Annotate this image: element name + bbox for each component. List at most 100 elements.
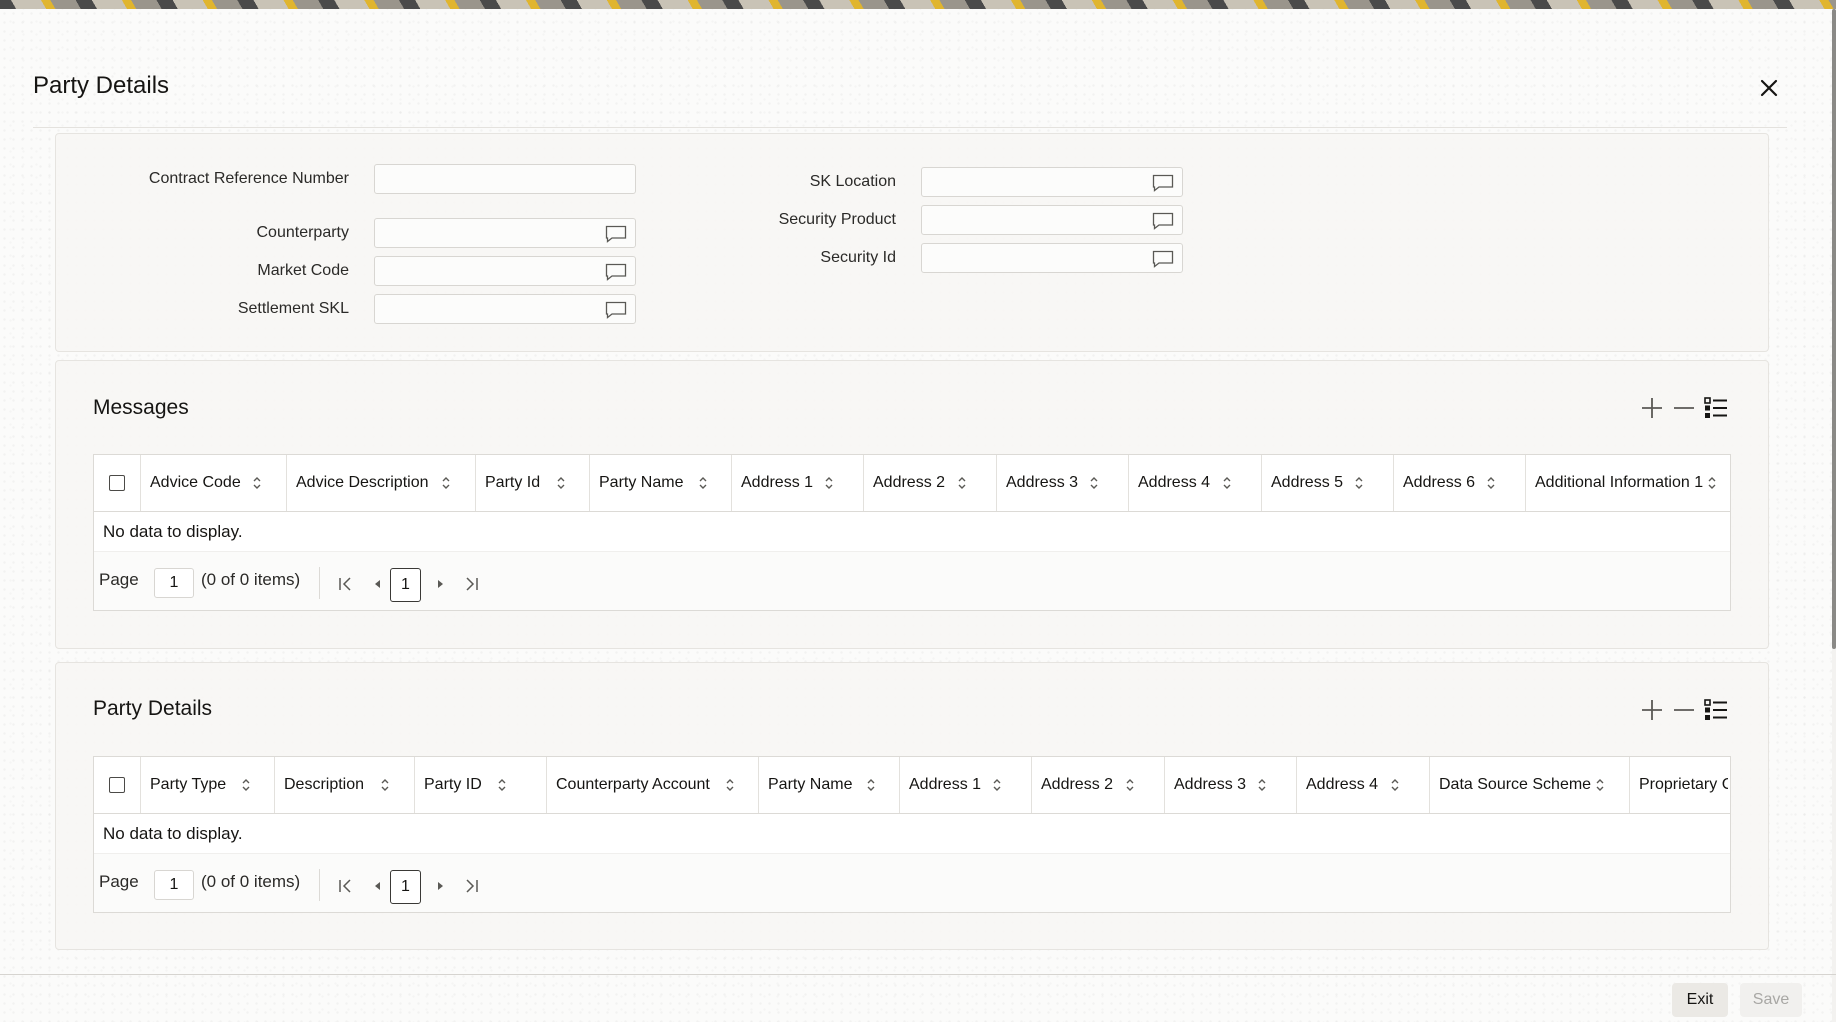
first-page-icon[interactable] (337, 576, 353, 592)
market-code-input[interactable] (374, 256, 636, 286)
next-page-icon[interactable] (433, 878, 449, 894)
page-number-input[interactable]: 1 (154, 568, 194, 598)
sk-location-label: SK Location (809, 173, 896, 190)
items-count: (0 of 0 items) (201, 872, 301, 891)
previous-page-icon[interactable] (369, 576, 385, 592)
speech-bubble-icon[interactable] (1152, 250, 1174, 268)
sort-arrows-icon[interactable] (1257, 777, 1267, 793)
column-list-icon[interactable] (1703, 395, 1729, 421)
sort-arrows-icon[interactable] (1595, 777, 1605, 793)
sort-arrows-icon[interactable] (441, 475, 451, 491)
messages-pagination: Page 1 (0 of 0 items) 1 (94, 552, 1730, 610)
sort-arrows-icon[interactable] (824, 475, 834, 491)
sort-arrows-icon[interactable] (1486, 475, 1496, 491)
security-id-input[interactable] (921, 243, 1183, 273)
sort-arrows-icon[interactable] (241, 777, 251, 793)
column-header[interactable]: Party Type (141, 757, 275, 813)
settlement-skl-label: Settlement SKL (237, 300, 349, 317)
first-page-icon[interactable] (337, 878, 353, 894)
contract-reference-number-input[interactable] (374, 164, 636, 194)
select-all-cell (94, 455, 141, 511)
empty-table-message: No data to display. (94, 512, 1730, 552)
sort-arrows-icon[interactable] (1707, 475, 1717, 491)
speech-bubble-icon[interactable] (1152, 212, 1174, 230)
items-count: (0 of 0 items) (201, 570, 301, 589)
select-all-checkbox[interactable] (109, 777, 125, 793)
column-header[interactable]: Address 6 (1394, 455, 1526, 511)
column-header[interactable]: Data Source Scheme (1430, 757, 1630, 813)
close-icon[interactable] (1756, 75, 1782, 101)
sort-arrows-icon[interactable] (1390, 777, 1400, 793)
sort-arrows-icon[interactable] (556, 475, 566, 491)
security-product-label: Security Product (778, 211, 896, 228)
select-all-checkbox[interactable] (109, 475, 125, 491)
last-page-icon[interactable] (464, 576, 480, 592)
vertical-scrollbar[interactable] (1832, 9, 1836, 649)
column-header[interactable]: Address 1 (732, 455, 864, 511)
party-details-pagination: Page 1 (0 of 0 items) 1 (94, 854, 1730, 912)
current-page-button[interactable]: 1 (390, 870, 421, 904)
speech-bubble-icon[interactable] (605, 301, 627, 319)
speech-bubble-icon[interactable] (605, 263, 627, 281)
plus-icon[interactable] (1639, 395, 1665, 421)
messages-section-title: Messages (93, 396, 189, 419)
sort-arrows-icon[interactable] (866, 777, 876, 793)
column-header[interactable]: Party Name (759, 757, 900, 813)
sort-arrows-icon[interactable] (698, 475, 708, 491)
column-header[interactable]: Party Name (590, 455, 732, 511)
sort-arrows-icon[interactable] (1354, 475, 1364, 491)
counterparty-label: Counterparty (256, 224, 350, 241)
column-header[interactable]: Address 1 (900, 757, 1032, 813)
column-header[interactable]: Address 2 (1032, 757, 1165, 813)
column-header[interactable]: Counterparty Account (547, 757, 759, 813)
party-details-table-header: Party Type Description Party ID Counterp… (94, 757, 1730, 814)
sort-arrows-icon[interactable] (1222, 475, 1232, 491)
column-header[interactable]: Address 4 (1297, 757, 1430, 813)
column-header[interactable]: Description (275, 757, 415, 813)
page-label: Page (99, 872, 139, 891)
security-product-input[interactable] (921, 205, 1183, 235)
next-page-icon[interactable] (433, 576, 449, 592)
pager-divider (319, 869, 320, 901)
minus-icon[interactable] (1671, 395, 1697, 421)
footer-divider (0, 974, 1836, 975)
exit-button[interactable]: Exit (1672, 983, 1728, 1017)
sort-arrows-icon[interactable] (1089, 475, 1099, 491)
column-header[interactable]: Address 2 (864, 455, 997, 511)
sk-location-input[interactable] (921, 167, 1183, 197)
party-details-section-title: Party Details (93, 697, 213, 720)
save-button[interactable]: Save (1740, 983, 1802, 1017)
speech-bubble-icon[interactable] (1152, 174, 1174, 192)
column-list-icon[interactable] (1703, 697, 1729, 723)
party-details-dialog: Party Details Contract Reference Number … (0, 9, 1832, 1022)
current-page-button[interactable]: 1 (390, 568, 421, 602)
column-header[interactable]: Proprietary C (1630, 757, 1728, 813)
sort-arrows-icon[interactable] (252, 475, 262, 491)
column-header[interactable]: Party Id (476, 455, 590, 511)
column-header[interactable]: Party ID (415, 757, 547, 813)
minus-icon[interactable] (1671, 697, 1697, 723)
column-header[interactable]: Advice Description (287, 455, 476, 511)
column-header[interactable]: Address 5 (1262, 455, 1394, 511)
plus-icon[interactable] (1639, 697, 1665, 723)
sort-arrows-icon[interactable] (992, 777, 1002, 793)
speech-bubble-icon[interactable] (605, 225, 627, 243)
sort-arrows-icon[interactable] (957, 475, 967, 491)
last-page-icon[interactable] (464, 878, 480, 894)
column-header[interactable]: Additional Information 1 (1526, 455, 1729, 511)
sort-arrows-icon[interactable] (725, 777, 735, 793)
title-divider (33, 127, 1787, 128)
settlement-skl-input[interactable] (374, 294, 636, 324)
previous-page-icon[interactable] (369, 878, 385, 894)
page-number-input[interactable]: 1 (154, 870, 194, 900)
sort-arrows-icon[interactable] (1125, 777, 1135, 793)
column-header[interactable]: Address 3 (997, 455, 1129, 511)
party-details-panel: Party Details Party Type Description Par… (55, 662, 1769, 950)
sort-arrows-icon[interactable] (497, 777, 507, 793)
security-id-label: Security Id (820, 249, 896, 266)
column-header[interactable]: Advice Code (141, 455, 287, 511)
sort-arrows-icon[interactable] (380, 777, 390, 793)
column-header[interactable]: Address 4 (1129, 455, 1262, 511)
column-header[interactable]: Address 3 (1165, 757, 1297, 813)
counterparty-input[interactable] (374, 218, 636, 248)
